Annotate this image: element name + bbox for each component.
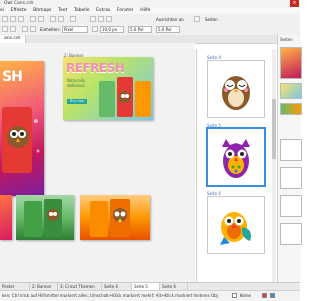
import-icon[interactable] [50, 16, 56, 22]
menu-item-hilfe[interactable]: Hilfe [140, 7, 150, 14]
open-icon[interactable] [10, 16, 16, 22]
banner-tagline: Naturally delicious. [67, 78, 86, 88]
poster-headline: SH [2, 69, 23, 85]
rulers-icon[interactable] [98, 16, 104, 22]
docker-thumb-5[interactable] [280, 167, 302, 189]
portrait-icon[interactable] [2, 26, 8, 32]
docker-thumb-7[interactable] [280, 223, 302, 245]
page-tab-label: 3: Cricut Themen [60, 284, 95, 289]
page-tab-label: Seite 4 [104, 284, 118, 289]
page-tab-label: Seite 6 [162, 284, 176, 289]
page-tab-label: Poster [2, 284, 15, 289]
poster-can-illustration [2, 107, 40, 173]
undo-icon[interactable] [30, 16, 36, 22]
all-pages-icon[interactable] [22, 26, 28, 32]
banner-page[interactable]: REFRESH Naturally delicious. Buy now [63, 57, 153, 120]
pages-panel: Seite 4 Seite 5 Seite 6 [196, 49, 272, 282]
fill-swatch[interactable] [232, 293, 237, 298]
owl-icon [222, 139, 250, 178]
page-thumb-6[interactable] [207, 196, 265, 254]
scrollbar-thumb[interactable] [272, 99, 276, 159]
zoom-icon[interactable] [70, 16, 76, 22]
banner-cta: Buy now [67, 99, 87, 104]
docker-thumb-1[interactable] [280, 47, 302, 79]
page-thumb-5[interactable] [207, 128, 265, 186]
duplicate-y-field[interactable]: 5,0 Pxl [156, 26, 180, 33]
drawing-canvas[interactable]: SH 2: Banner REFRESH Naturally delicious… [0, 49, 195, 282]
owl-icon [222, 76, 250, 110]
can-image-2[interactable] [16, 195, 74, 240]
page-tab-label: Seite 5 [134, 284, 148, 289]
page-tab-label: 2: Banner [32, 284, 52, 289]
docker-thumb-4[interactable] [280, 139, 302, 161]
nudge-icon [92, 26, 98, 32]
docker-thumb-3[interactable] [280, 103, 302, 115]
close-icon[interactable]: × [290, 0, 299, 7]
status-bar: ken; Ctrl klick auf Hilfsmittel markiert… [0, 290, 300, 301]
menu-item-fenster[interactable]: Fenster [117, 7, 134, 14]
redo-icon[interactable] [38, 16, 44, 22]
menu-item-text[interactable]: Text [58, 7, 67, 14]
menu-item-effekte[interactable]: Effekte [11, 7, 27, 14]
right-docker-panel: Seiten [277, 35, 302, 282]
menu-item-tabelle[interactable]: Tabelle [74, 7, 90, 14]
can-image-2-illustration [24, 199, 62, 237]
settings-icon[interactable] [194, 16, 200, 22]
can-image-3-illustration [90, 199, 130, 237]
save-icon[interactable] [18, 16, 24, 22]
new-icon[interactable] [2, 16, 8, 22]
pages-toggle[interactable]: Seiten [205, 16, 218, 23]
banner-cans-illustration [99, 77, 151, 117]
document-tab[interactable]: ans.cdr [0, 35, 26, 43]
menu-item-ei[interactable]: ei [0, 7, 4, 14]
docker-thumb-2[interactable] [280, 83, 302, 99]
fullscreen-icon[interactable] [90, 16, 96, 22]
color-swatch[interactable] [270, 293, 275, 298]
units-select[interactable]: Pixel [62, 26, 88, 33]
landscape-icon[interactable] [10, 26, 16, 32]
menu-item-bitmaps[interactable]: Bitmaps [33, 7, 51, 14]
window-title: Owl Cans.cdr [4, 1, 34, 6]
owl-icon [220, 212, 251, 245]
menu-item-extras[interactable]: Extras [96, 7, 110, 14]
page-thumb-4[interactable] [207, 60, 265, 118]
units-label: Einheiten: [40, 27, 61, 32]
docker-thumb-6[interactable] [280, 195, 302, 217]
menu-bar: ei Effekte Bitmaps Text Tabelle Extras F… [0, 7, 300, 14]
docker-tab-label[interactable]: Seiten [280, 37, 293, 42]
poster-page[interactable]: SH [0, 61, 44, 196]
snap-dropdown[interactable]: Ausrichten an [156, 16, 184, 23]
export-icon[interactable] [58, 16, 64, 22]
can-image-1[interactable] [0, 195, 12, 240]
current-page-icon[interactable] [30, 26, 36, 32]
grid-icon[interactable] [106, 16, 112, 22]
duplicate-x-field[interactable]: 5,0 Pxl [128, 26, 152, 33]
outline-swatch[interactable] [262, 293, 267, 298]
document-tab-label: ans.cdr [4, 36, 21, 41]
nudge-field[interactable]: 10,0 px [100, 26, 124, 33]
banner-headline: REFRESH [66, 61, 125, 75]
can-image-3[interactable] [80, 195, 150, 240]
pages-scrollbar[interactable] [272, 49, 276, 282]
